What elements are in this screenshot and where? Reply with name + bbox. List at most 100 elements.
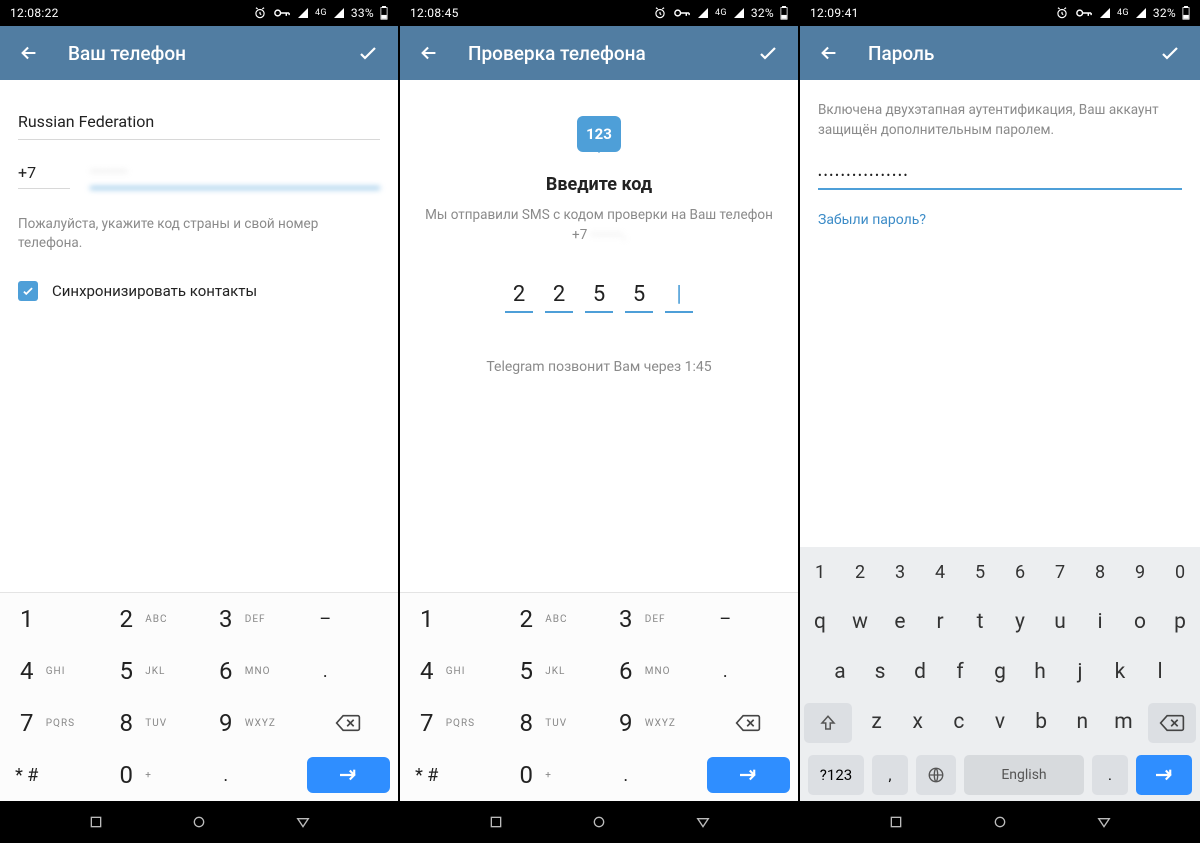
nav-back-icon[interactable] [88,814,104,830]
nav-recent-icon[interactable] [695,814,711,830]
nav-home-icon[interactable] [191,814,207,830]
phone-number-input[interactable]: ········· [90,162,380,189]
dialer-key[interactable]: 3DEF [199,593,299,645]
comma-key[interactable]: , [872,755,908,795]
dialer-key[interactable]: . [699,645,799,697]
code-input[interactable]: 2 2 5 5 [418,282,780,313]
qwerty-key[interactable]: z [856,697,897,747]
qwerty-key[interactable]: u [1040,597,1080,647]
dialer-key[interactable]: * # [400,749,500,801]
checkbox-checked[interactable] [18,281,38,301]
dialer-key[interactable]: * # [0,749,100,801]
nav-recent-icon[interactable] [1096,814,1112,830]
qwerty-key[interactable]: t [960,597,1000,647]
dialer-key[interactable]: . [199,749,299,801]
qwerty-key[interactable]: 3 [880,547,920,597]
code-digit[interactable]: 5 [585,282,613,313]
enter-key[interactable] [707,757,791,793]
qwerty-key[interactable]: x [897,697,938,747]
nav-back-icon[interactable] [488,814,504,830]
enter-key[interactable] [307,757,391,793]
confirm-button[interactable] [756,41,780,65]
sync-contacts-option[interactable]: Синхронизировать контакты [18,281,380,301]
dialer-key[interactable]: 2ABC [500,593,600,645]
back-button[interactable] [418,42,440,64]
confirm-button[interactable] [356,41,380,65]
dialer-key[interactable]: . [299,645,399,697]
back-button[interactable] [818,42,840,64]
code-digit[interactable]: 2 [505,282,533,313]
dialer-key[interactable]: 1 [400,593,500,645]
enter-key[interactable] [1136,755,1192,795]
code-digit[interactable]: 2 [545,282,573,313]
qwerty-key[interactable]: l [1140,647,1180,697]
country-code-input[interactable]: +7 [18,163,70,189]
symbols-key[interactable]: ?123 [808,755,864,795]
backspace-key[interactable] [299,697,399,749]
dialer-key[interactable]: . [599,749,699,801]
qwerty-key[interactable]: n [1062,697,1103,747]
qwerty-key[interactable]: f [940,647,980,697]
qwerty-key[interactable]: r [920,597,960,647]
dialer-key[interactable]: 8TUV [500,697,600,749]
qwerty-key[interactable]: g [980,647,1020,697]
country-selector[interactable]: Russian Federation [18,98,380,140]
dialer-key[interactable]: – [299,593,399,645]
dialer-key[interactable]: 6MNO [199,645,299,697]
qwerty-key[interactable]: 9 [1120,547,1160,597]
period-key[interactable]: . [1092,755,1128,795]
password-input[interactable]: •••••••••••••••• [818,169,1182,190]
qwerty-key[interactable]: k [1100,647,1140,697]
dialer-key[interactable]: 2ABC [100,593,200,645]
qwerty-key[interactable]: 4 [920,547,960,597]
shift-key[interactable] [804,703,852,743]
dialer-key[interactable]: 6MNO [599,645,699,697]
qwerty-key[interactable]: e [880,597,920,647]
qwerty-key[interactable]: 8 [1080,547,1120,597]
qwerty-key[interactable]: y [1000,597,1040,647]
qwerty-key[interactable]: h [1020,647,1060,697]
qwerty-key[interactable]: v [979,697,1020,747]
language-key[interactable] [916,755,956,795]
dialer-key[interactable]: 5JKL [500,645,600,697]
space-key[interactable]: English [964,755,1084,795]
code-digit[interactable] [665,282,693,313]
qwerty-key[interactable]: b [1021,697,1062,747]
dialer-key[interactable]: 4GHI [0,645,100,697]
qwerty-key[interactable]: p [1160,597,1200,647]
dialer-key[interactable]: – [699,593,799,645]
dialer-key[interactable]: 7PQRS [400,697,500,749]
dialer-key[interactable]: 5JKL [100,645,200,697]
qwerty-key[interactable]: 5 [960,547,1000,597]
code-digit[interactable]: 5 [625,282,653,313]
backspace-key[interactable] [1148,703,1196,743]
backspace-key[interactable] [699,697,799,749]
qwerty-key[interactable]: d [900,647,940,697]
dialer-key[interactable]: 0+ [500,749,600,801]
qwerty-key[interactable]: 7 [1040,547,1080,597]
qwerty-key[interactable]: 0 [1160,547,1200,597]
qwerty-key[interactable]: c [938,697,979,747]
qwerty-key[interactable]: a [820,647,860,697]
qwerty-key[interactable]: w [840,597,880,647]
nav-home-icon[interactable] [992,814,1008,830]
confirm-button[interactable] [1158,41,1182,65]
dialer-key[interactable]: 0+ [100,749,200,801]
back-button[interactable] [18,42,40,64]
nav-recent-icon[interactable] [295,814,311,830]
qwerty-key[interactable]: s [860,647,900,697]
qwerty-key[interactable]: 6 [1000,547,1040,597]
dialer-key[interactable]: 8TUV [100,697,200,749]
dialer-key[interactable]: 9WXYZ [599,697,699,749]
dialer-key[interactable]: 1 [0,593,100,645]
dialer-key[interactable]: 4GHI [400,645,500,697]
dialer-key[interactable]: 3DEF [599,593,699,645]
qwerty-key[interactable]: 1 [800,547,840,597]
nav-back-icon[interactable] [888,814,904,830]
dialer-key[interactable]: 9WXYZ [199,697,299,749]
qwerty-key[interactable]: m [1103,697,1144,747]
nav-home-icon[interactable] [591,814,607,830]
qwerty-key[interactable]: i [1080,597,1120,647]
qwerty-key[interactable]: j [1060,647,1100,697]
dialer-key[interactable]: 7PQRS [0,697,100,749]
